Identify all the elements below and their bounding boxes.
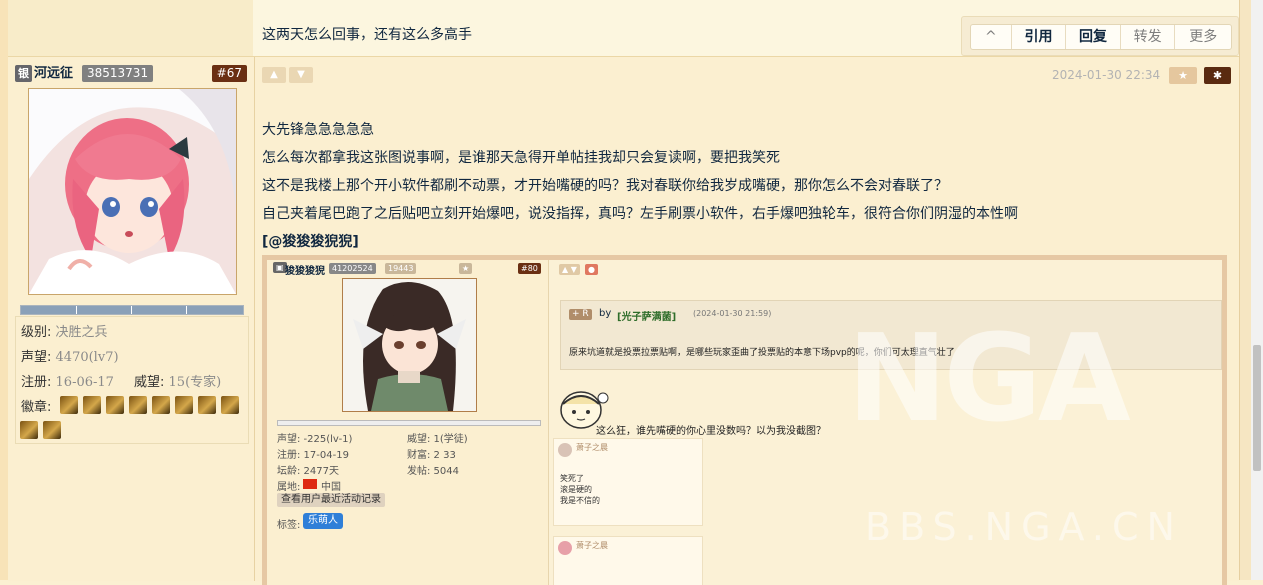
badge-icon[interactable] [129, 396, 147, 414]
screenshot-post-count: 发帖: 5044 [407, 466, 459, 477]
downvote-icon[interactable]: ▼ [289, 67, 313, 83]
screenshot-forum-age: 坛龄: 2477天 [277, 466, 339, 477]
screenshot-tag-label: 标签: [277, 520, 301, 531]
collapse-icon[interactable]: ^ [971, 25, 1011, 49]
user-header: 银 河远征 38513731 #67 [15, 65, 247, 83]
level-stat: 级别: 决胜之兵 [21, 325, 108, 340]
scrollbar-thumb[interactable] [1253, 345, 1261, 471]
screenshot-user-tag: 乐萌人 [303, 513, 343, 529]
screenshot-comment: 这么狂，谁先嘴硬的你心里没数吗？以为我没截图？ [596, 426, 826, 437]
screenshot-quote-time: (2024-01-30 21:59) [693, 309, 772, 318]
screenshot-report-icon: ● [585, 264, 598, 275]
post-content: ▲ ▼ 2024-01-30 22:34 ★ ✱ 大先锋急急急急急 怎么每次都拿… [254, 57, 1239, 585]
user-mention-link[interactable]: [@狻狻狻猊猊] [262, 231, 359, 251]
screenshot-username: 狻狻狻猊 [285, 266, 325, 277]
screenshot-chat-card: 萧子之晨 笑死了 滚是硬的 我是不信的 [553, 438, 703, 526]
screenshot-level-bar [277, 420, 541, 426]
user-info-column: 银 河远征 38513731 #67 级别: 决胜之兵 声望: 4470(lv7… [8, 57, 255, 581]
screenshot-region-label: 属地: [277, 482, 301, 493]
screenshot-recent-activity-button: 查看用户最近活动记录 [277, 493, 385, 507]
screenshot-quote-by: by [599, 308, 612, 319]
badge-icon[interactable] [152, 396, 170, 414]
badge-icon[interactable] [198, 396, 216, 414]
screenshot-chat-card-2: 萧子之晨 [553, 536, 703, 585]
screenshot-floor: #80 [518, 263, 541, 274]
screenshot-quote-user: [光子萨满菌] [617, 312, 677, 323]
forward-button[interactable]: 转发 [1119, 25, 1175, 49]
badges-label: 徽章: [21, 400, 52, 415]
screenshot-register: 注册: 17-04-19 [277, 450, 349, 461]
action-button-group: ^ 引用 回复 转发 更多 [970, 24, 1232, 50]
badge-icon[interactable] [20, 421, 38, 439]
star-icon[interactable]: ★ [1169, 67, 1197, 84]
post-text-line: 大先锋急急急急急 [262, 122, 374, 138]
post-text-line: 这不是我楼上那个开小软件都刷不动票，才开始嘴硬的吗？我对春联你给我岁成嘴硬，那你… [262, 178, 948, 194]
previous-post: 这两天怎么回事，还有这么多高手 ^ 引用 回复 转发 更多 [8, 0, 1239, 56]
level-progress-fill [21, 306, 243, 314]
watermark-url: BBS.NGA.CN [865, 505, 1183, 549]
reputation-stat: 声望: 4470(lv7) [21, 350, 119, 365]
user-id-badge[interactable]: 38513731 [82, 65, 154, 82]
role-badge: 银 [15, 65, 32, 82]
screenshot-region: 中国 [321, 482, 341, 493]
watermark-logo: NGA [847, 310, 1131, 449]
post-text-line: 怎么每次都拿我这张图说事啊，是谁那天急得开单帖挂我却只会复读啊，要把我笑死 [262, 150, 780, 166]
avatar-illustration [29, 89, 236, 294]
screenshot-user-column: ▣ 狻狻狻猊 41202524 19443 ★ #80 声望: -225(lv-… [267, 260, 549, 585]
badge-icon[interactable] [221, 396, 239, 414]
prestige-stat: 威望: 15(专家) [134, 375, 222, 390]
post-action-bar: ^ 引用 回复 转发 更多 [961, 16, 1239, 56]
badge-icon[interactable] [175, 396, 193, 414]
floor-number[interactable]: #67 [211, 65, 247, 82]
badge-icon[interactable] [60, 396, 78, 414]
left-page-margin [0, 0, 8, 580]
reply-button[interactable]: 回复 [1065, 25, 1120, 49]
embedded-screenshot-image[interactable]: ▣ 狻狻狻猊 41202524 19443 ★ #80 声望: -225(lv-… [262, 255, 1227, 585]
china-flag-icon [303, 479, 317, 489]
screenshot-avatar [342, 278, 477, 412]
screenshot-reputation: 声望: -225(lv-1) [277, 434, 353, 445]
username-link[interactable]: 河远征 [34, 65, 73, 82]
badge-icon[interactable] [43, 421, 61, 439]
screenshot-uid: 41202524 [329, 263, 376, 274]
gear-icon[interactable]: ✱ [1204, 67, 1231, 84]
chat-card-name: 萧子之晨 [576, 541, 608, 550]
user-avatar[interactable] [28, 88, 237, 295]
chat-card-line: 笑死了 [560, 474, 584, 483]
badge-icon[interactable] [106, 396, 124, 414]
chat-card-line: 滚是硬的 [560, 485, 592, 494]
register-date-stat: 注册: 16-06-17 [21, 375, 114, 390]
post-timestamp: 2024-01-30 22:34 [1052, 68, 1161, 82]
more-button[interactable]: 更多 [1174, 25, 1231, 49]
screenshot-stat-badge-2: ★ [459, 263, 473, 274]
badge-icon[interactable] [83, 396, 101, 414]
upvote-icon[interactable]: ▲ [262, 67, 286, 83]
previous-post-text: 这两天怎么回事，还有这么多高手 [262, 27, 472, 43]
chat-card-line: 我是不信的 [560, 496, 600, 505]
forum-post: 银 河远征 38513731 #67 级别: 决胜之兵 声望: 4470(lv7… [8, 56, 1239, 585]
screenshot-content: ▣ 狻狻狻猊 41202524 19443 ★ #80 声望: -225(lv-… [267, 260, 1222, 585]
chat-card-name: 萧子之晨 [576, 443, 608, 452]
screenshot-vote-icons: ▲ ▼ [559, 264, 580, 275]
chat-avatar [558, 443, 572, 457]
previous-post-user-column [8, 0, 253, 56]
screenshot-prestige: 威望: 1(学徒) [407, 434, 468, 445]
chat-avatar [558, 541, 572, 555]
vertical-scrollbar[interactable] [1251, 0, 1263, 580]
quote-button[interactable]: 引用 [1010, 25, 1066, 49]
level-progress-bar [20, 305, 244, 315]
screenshot-quote-icon: + R [569, 309, 592, 320]
post-text-line: 自己夹着尾巴跑了之后贴吧立刻开始爆吧，说没指挥，真吗？左手刷票小软件，右手爆吧独… [262, 206, 1018, 222]
screenshot-wealth: 财富: 2 33 [407, 450, 456, 461]
screenshot-stat-badge: 19443 [385, 263, 417, 274]
screenshot-avatar-illustration [343, 279, 476, 411]
